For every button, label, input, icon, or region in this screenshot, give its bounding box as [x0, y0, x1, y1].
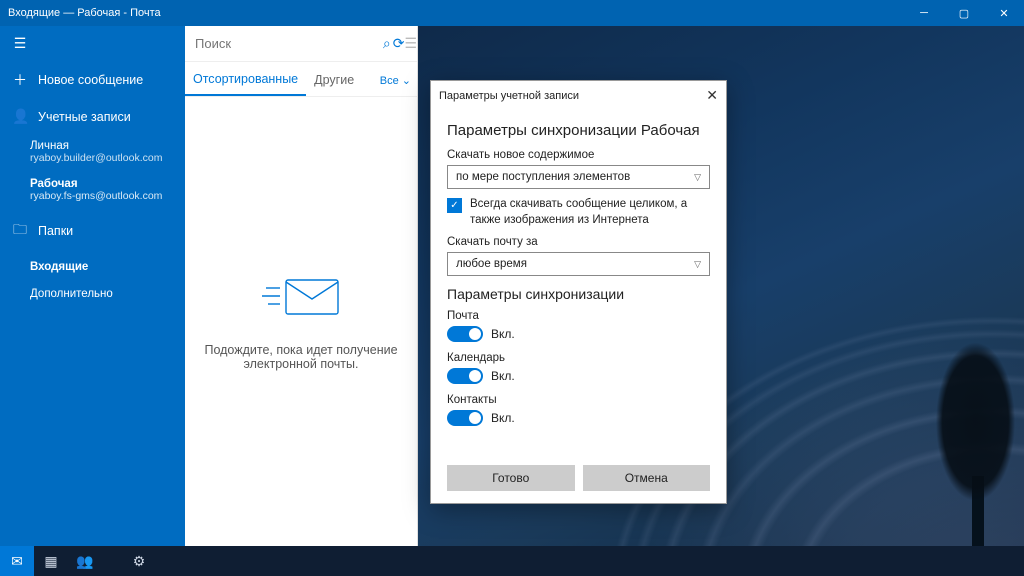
mail-toggle[interactable] [447, 326, 483, 342]
list-tabs: Отсортированные Другие Все ⌄ [185, 62, 417, 97]
dialog-titlebar: Параметры учетной записи ✕ [431, 81, 726, 110]
search-bar: ⌕ ⟳ ☰ [185, 26, 417, 62]
message-list-pane: ⌕ ⟳ ☰ Отсортированные Другие Все ⌄ Подож… [185, 26, 418, 546]
empty-text-2: электронной почты. [244, 357, 359, 371]
folder-icon: 🗀 [12, 219, 28, 243]
account-name: Рабочая [30, 178, 173, 190]
menu-icon: ☰ [12, 35, 28, 52]
filter-icon[interactable]: ☰ [404, 35, 417, 52]
tab-other[interactable]: Другие [306, 63, 362, 95]
folders-label: Папки [38, 224, 73, 238]
chevron-down-icon: ▽ [694, 259, 701, 270]
account-item-work[interactable]: Рабочая ryaboy.fs-gms@outlook.com [0, 170, 185, 210]
account-email: ryaboy.builder@outlook.com [30, 152, 173, 164]
toggle-state: Вкл. [491, 369, 515, 383]
calendar-label: Календарь [447, 352, 710, 364]
download-new-select[interactable]: по мере поступления элементов ▽ [447, 165, 710, 189]
check-icon: ✓ [447, 198, 462, 213]
account-email: ryaboy.fs-gms@outlook.com [30, 190, 173, 202]
person-icon: 👤 [12, 108, 28, 125]
cancel-button[interactable]: Отмена [583, 465, 711, 491]
chevron-down-icon: ▽ [694, 172, 701, 183]
settings-icon[interactable]: ⚙ [122, 546, 156, 576]
hamburger-button[interactable]: ☰ [0, 26, 185, 61]
account-name: Личная [30, 140, 173, 152]
title-bar: Входящие — Рабочая - Почта ─ ▢ ✕ [0, 0, 1024, 26]
folders-header[interactable]: 🗀 Папки [0, 210, 185, 252]
folder-label: Входящие [30, 261, 88, 273]
folder-inbox[interactable]: Входящие [0, 252, 185, 282]
select-value: по мере поступления элементов [456, 171, 630, 183]
download-new-label: Скачать новое содержимое [447, 149, 710, 161]
mail-label: Почта [447, 310, 710, 322]
empty-text-1: Подождите, пока идет получение [204, 343, 397, 357]
accounts-label: Учетные записи [38, 110, 131, 124]
calendar-toggle-row: Календарь Вкл. [447, 352, 710, 384]
background-tree [904, 316, 1024, 546]
accounts-header[interactable]: 👤 Учетные записи [0, 99, 185, 134]
contacts-toggle-row: Контакты Вкл. [447, 394, 710, 426]
calendar-toggle[interactable] [447, 368, 483, 384]
new-message-label: Новое сообщение [38, 73, 143, 87]
folder-label: Дополнительно [30, 288, 113, 300]
close-button[interactable]: ✕ [984, 7, 1024, 20]
dialog-title: Параметры учетной записи [439, 90, 579, 102]
search-icon[interactable]: ⌕ [381, 35, 393, 52]
chevron-down-icon: ⌄ [402, 75, 411, 87]
account-settings-dialog: Параметры учетной записи ✕ Параметры син… [430, 80, 727, 504]
contacts-toggle[interactable] [447, 410, 483, 426]
always-download-checkbox[interactable]: ✓ Всегда скачивать сообщение целиком, а … [447, 197, 710, 228]
download-for-label: Скачать почту за [447, 236, 710, 248]
dialog-heading: Параметры синхронизации Рабочая [447, 122, 710, 139]
checkbox-label: Всегда скачивать сообщение целиком, а та… [470, 197, 710, 228]
new-message-button[interactable]: ＋ Новое сообщение [0, 61, 185, 99]
refresh-icon[interactable]: ⟳ [393, 35, 405, 52]
empty-state: Подождите, пока идет получение электронн… [185, 97, 417, 546]
tab-sorted[interactable]: Отсортированные [185, 62, 306, 96]
plus-icon: ＋ [12, 70, 28, 90]
sync-options-heading: Параметры синхронизации [447, 286, 710, 302]
dialog-close-button[interactable]: ✕ [706, 87, 718, 104]
calendar-app-icon[interactable]: ▦ [34, 546, 68, 576]
sidebar: ☰ ＋ Новое сообщение 👤 Учетные записи Лич… [0, 26, 185, 546]
window-title: Входящие — Рабочая - Почта [0, 7, 904, 19]
folder-more[interactable]: Дополнительно [0, 282, 185, 306]
bottom-bar: ✉ ▦ 👥 ⚙ [0, 546, 1024, 576]
toggle-state: Вкл. [491, 327, 515, 341]
done-button[interactable]: Готово [447, 465, 575, 491]
envelope-icon [256, 272, 346, 325]
account-item-personal[interactable]: Личная ryaboy.builder@outlook.com [0, 134, 185, 170]
toggle-state: Вкл. [491, 411, 515, 425]
mail-app-icon[interactable]: ✉ [0, 546, 34, 576]
download-for-select[interactable]: любое время ▽ [447, 252, 710, 276]
maximize-button[interactable]: ▢ [944, 7, 984, 20]
minimize-button[interactable]: ─ [904, 7, 944, 19]
people-app-icon[interactable]: 👥 [68, 546, 102, 576]
contacts-label: Контакты [447, 394, 710, 406]
select-value: любое время [456, 258, 527, 270]
tab-all[interactable]: Все ⌄ [372, 64, 417, 95]
search-input[interactable] [185, 36, 381, 51]
mail-toggle-row: Почта Вкл. [447, 310, 710, 342]
